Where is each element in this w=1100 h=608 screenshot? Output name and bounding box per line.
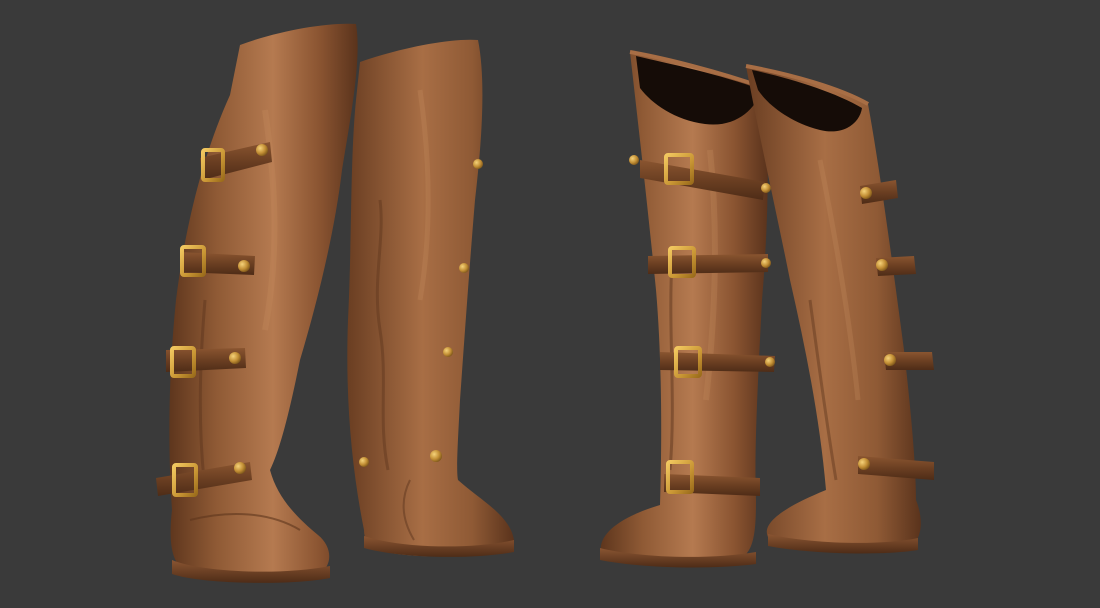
viewport-render bbox=[0, 0, 1100, 608]
boot-right-back bbox=[745, 64, 934, 554]
strap-buckle bbox=[876, 256, 916, 276]
boots-render-svg bbox=[156, 23, 934, 583]
strap-buckle bbox=[884, 352, 934, 370]
boot-left-front bbox=[156, 23, 358, 583]
boot-right-front bbox=[600, 50, 775, 568]
boot-left-back bbox=[347, 39, 514, 557]
